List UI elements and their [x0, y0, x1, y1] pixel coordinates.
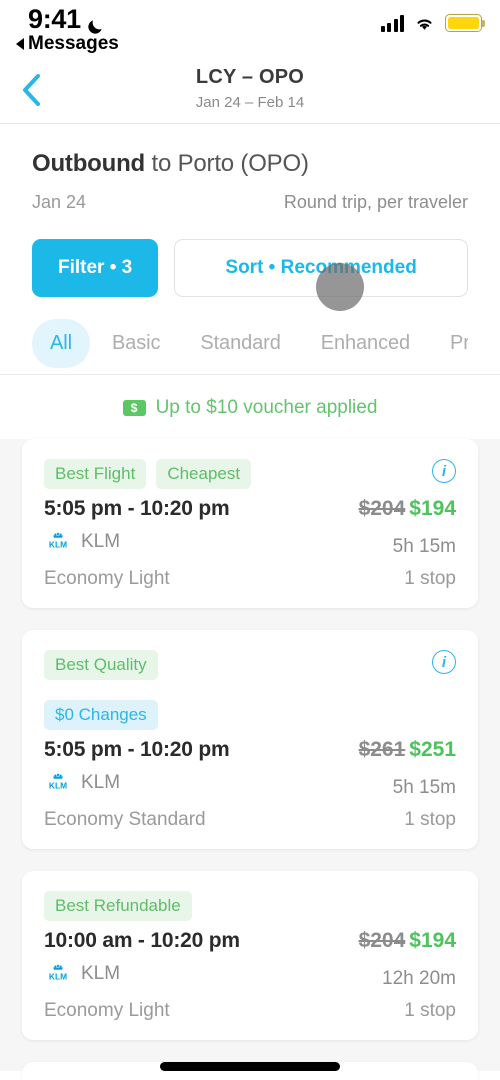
stops-count: 1 stop	[404, 809, 456, 830]
tab-enhanced[interactable]: Enhanced	[303, 319, 428, 368]
filter-button[interactable]: Filter • 3	[32, 239, 159, 297]
fare-class-tabs[interactable]: All Basic Standard Enhanced Premiu	[32, 319, 468, 374]
svg-text:KLM: KLM	[49, 781, 67, 791]
price-group: $261 $251	[359, 738, 456, 762]
flight-times: 5:05 pm - 10:20 pm	[44, 497, 230, 520]
page-title: Outbound to Porto (OPO)	[32, 150, 468, 178]
voucher-text: Up to $10 voucher applied	[155, 397, 378, 418]
klm-logo-icon: KLM	[44, 532, 72, 553]
price-original: $261	[358, 738, 406, 761]
airline-duration-row: KLM KLM 5h 15m	[44, 531, 456, 558]
info-icon[interactable]: i	[432, 650, 456, 674]
route-title: LCY – OPO	[195, 66, 305, 88]
flight-card[interactable]: Best Refundable 10:00 am - 10:20 pm $204…	[22, 871, 478, 1040]
stops-count: 1 stop	[404, 568, 456, 589]
klm-logo-icon: KLM	[44, 964, 72, 985]
wifi-icon	[413, 15, 436, 32]
nav-title-group: LCY – OPO Jan 24 – Feb 14	[0, 62, 500, 111]
airline-group: KLM KLM	[44, 531, 120, 553]
badge-cheapest: Cheapest	[156, 459, 252, 489]
airline-name: KLM	[81, 531, 121, 552]
badge-zero-changes: $0 Changes	[44, 700, 158, 730]
info-icon[interactable]: i	[432, 459, 456, 483]
klm-logo-icon: KLM	[44, 773, 72, 794]
airline-name: KLM	[81, 772, 121, 793]
flight-card[interactable]: Best Flight Cheapest i 5:05 pm - 10:20 p…	[22, 439, 478, 608]
badge-group: Best Quality $0 Changes	[44, 650, 456, 730]
tab-basic[interactable]: Basic	[94, 319, 178, 368]
date-range-subtitle: Jan 24 – Feb 14	[195, 94, 305, 111]
airline-duration-row: KLM KLM 5h 15m	[44, 772, 456, 799]
svg-text:KLM: KLM	[49, 972, 67, 982]
times-price-row: 10:00 am - 10:20 pm $204 $194	[44, 929, 456, 953]
status-bar: 9:41 Messages	[0, 0, 500, 62]
filter-sort-controls: Filter • 3 Sort • Recommended	[32, 239, 468, 297]
airline-group: KLM KLM	[44, 963, 120, 985]
nav-bar: LCY – OPO Jan 24 – Feb 14	[0, 62, 500, 124]
dollar-bill-icon: $	[122, 400, 146, 416]
flight-card[interactable]: Best Quality $0 Changes i 5:05 pm - 10:2…	[22, 630, 478, 849]
cabin-stops-row: Economy Standard 1 stop	[44, 809, 456, 831]
cabin-class: Economy Light	[44, 1000, 170, 1021]
status-bar-time-group: 9:41	[28, 4, 105, 35]
page-title-destination: to Porto (OPO)	[145, 150, 309, 177]
flight-duration: 5h 15m	[392, 536, 456, 557]
badge-group: Best Refundable	[44, 891, 456, 921]
crescent-moon-icon	[86, 12, 105, 34]
price-discounted: $251	[409, 738, 456, 761]
cellular-signal-icon	[380, 15, 404, 32]
cabin-class: Economy Standard	[44, 809, 206, 830]
summary-meta-row: Jan 24 Round trip, per traveler	[32, 192, 468, 213]
price-group: $204 $194	[359, 497, 456, 521]
airline-group: KLM KLM	[44, 772, 120, 794]
voucher-banner: $ Up to $10 voucher applied	[0, 375, 500, 439]
cabin-stops-row: Economy Light 1 stop	[44, 568, 456, 590]
home-indicator[interactable]	[160, 1062, 340, 1071]
airline-duration-row: KLM KLM 12h 20m	[44, 963, 456, 990]
price-discounted: $194	[409, 497, 456, 520]
price-group: $204 $194	[359, 929, 456, 953]
svg-text:KLM: KLM	[49, 540, 67, 550]
phone-screen: 9:41 Messages LCY – OPO Jan 24 – Feb 14 …	[0, 0, 500, 1080]
badge-group: Best Flight Cheapest	[44, 459, 456, 489]
badge-best-refundable: Best Refundable	[44, 891, 192, 921]
badge-best-quality: Best Quality	[44, 650, 158, 680]
search-summary: Outbound to Porto (OPO) Jan 24 Round tri…	[0, 124, 500, 374]
triangle-left-icon	[16, 38, 24, 50]
airline-name: KLM	[81, 963, 121, 984]
sort-button[interactable]: Sort • Recommended	[174, 239, 468, 297]
times-price-row: 5:05 pm - 10:20 pm $204 $194	[44, 497, 456, 521]
times-price-row: 5:05 pm - 10:20 pm $261 $251	[44, 738, 456, 762]
flight-times: 5:05 pm - 10:20 pm	[44, 738, 230, 761]
chevron-left-icon	[23, 74, 40, 106]
stops-count: 1 stop	[404, 1000, 456, 1021]
back-button[interactable]	[11, 70, 51, 110]
battery-low-power-icon	[445, 14, 485, 32]
price-discounted: $194	[409, 929, 456, 952]
flight-times: 10:00 am - 10:20 pm	[44, 929, 240, 952]
status-bar-time: 9:41	[28, 4, 81, 34]
tab-all[interactable]: All	[32, 319, 90, 368]
price-original: $204	[358, 497, 406, 520]
flight-results-list[interactable]: $ Up to $10 voucher applied Best Flight …	[0, 375, 500, 1080]
departure-date: Jan 24	[32, 192, 87, 212]
return-app-label: Messages	[28, 33, 119, 54]
flight-duration: 5h 15m	[392, 777, 456, 798]
return-to-messages-button[interactable]: Messages	[16, 33, 119, 55]
status-bar-indicators	[380, 14, 485, 32]
price-original: $204	[358, 929, 406, 952]
tab-premium[interactable]: Premiu	[432, 319, 468, 368]
page-title-direction: Outbound	[32, 150, 146, 177]
cabin-class: Economy Light	[44, 568, 170, 589]
badge-best-flight: Best Flight	[44, 459, 147, 489]
cabin-stops-row: Economy Light 1 stop	[44, 1000, 456, 1022]
flight-duration: 12h 20m	[382, 968, 456, 989]
tab-standard[interactable]: Standard	[182, 319, 298, 368]
price-basis-note: Round trip, per traveler	[283, 192, 468, 212]
